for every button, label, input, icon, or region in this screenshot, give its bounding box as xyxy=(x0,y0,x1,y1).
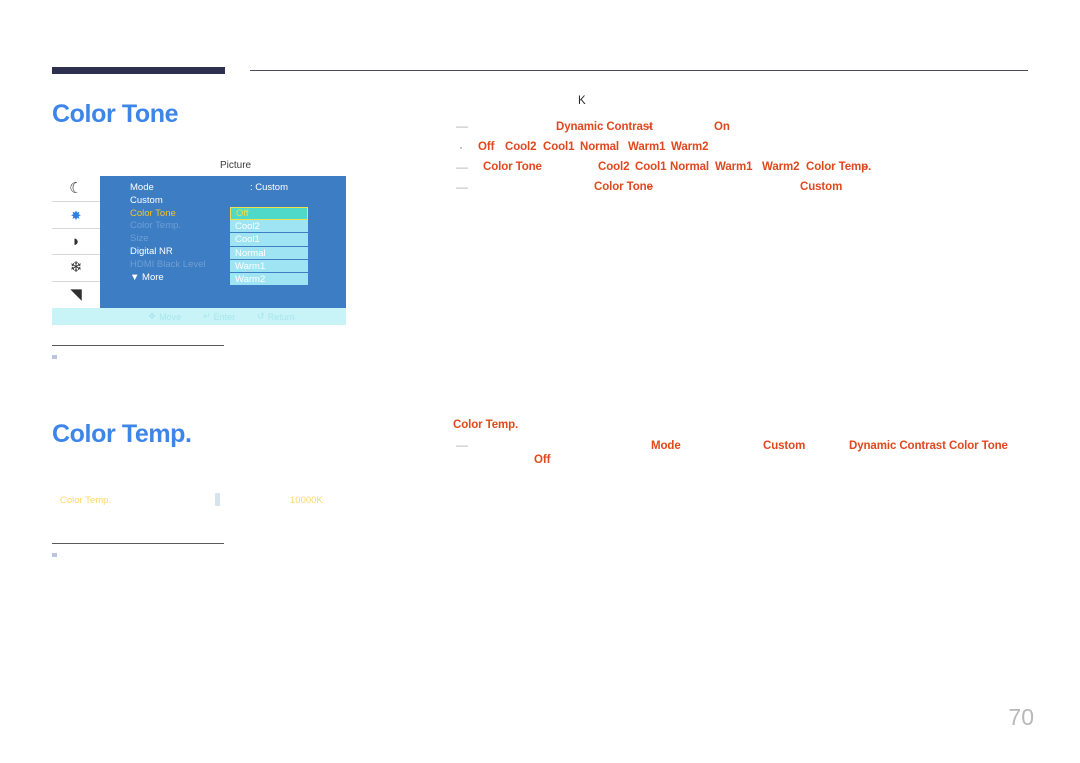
hint-return: ↺ Return xyxy=(257,311,295,322)
figure-caption-mark-top xyxy=(52,355,57,359)
dropdown-option-normal[interactable]: Normal xyxy=(230,246,308,260)
figure-caption-mark-bottom xyxy=(52,553,57,557)
term-cool1-3: Cool1 xyxy=(635,161,667,173)
term-normal-2: Normal xyxy=(580,141,620,153)
term-off-ct: Off xyxy=(534,454,551,466)
term-on-1: On xyxy=(714,121,730,133)
enter-icon: ↵ xyxy=(203,311,211,321)
osd-icon-rail: ☾ ✸ ◗ ❄ ◥ xyxy=(52,176,100,308)
term-warm2-2: Warm2 xyxy=(671,141,709,153)
rail-item-network[interactable]: ◥ xyxy=(52,282,100,308)
bullet-dot-2: · xyxy=(459,140,463,154)
menu-value-mode: : Custom xyxy=(250,182,289,193)
term-normal-3: Normal xyxy=(670,161,710,173)
dropdown-option-warm1[interactable]: Warm1 xyxy=(230,259,308,273)
term-off-2: Off xyxy=(478,141,495,153)
hint-return-label: Return xyxy=(267,311,295,322)
dropdown-option-cool1[interactable]: Cool1 xyxy=(230,233,308,247)
menu-row-custom[interactable]: Custom xyxy=(130,195,250,208)
manual-page: Color Tone Picture ☾ ✸ ◗ ❄ ◥ Mode Custom… xyxy=(0,0,1080,763)
rail-item-picture[interactable]: ✸ xyxy=(52,202,100,229)
osd-footer-hints: ❖ Move ↵ Enter ↺ Return xyxy=(52,308,346,325)
hint-enter-label: Enter xyxy=(213,311,236,322)
color-temp-slider-handle[interactable] xyxy=(215,493,220,506)
figure-divider-top xyxy=(52,345,224,346)
osd-title: Picture xyxy=(220,160,252,171)
dropdown-option-off[interactable]: Off xyxy=(230,207,308,221)
sound-icon: ◗ xyxy=(71,232,81,250)
term-warm2-3: Warm2 xyxy=(762,161,800,173)
header-rule xyxy=(250,70,1028,71)
term-warm1-2: Warm1 xyxy=(628,141,666,153)
osd-figure-picture-menu: Picture ☾ ✸ ◗ ❄ ◥ Mode Custom Color Tone xyxy=(52,160,346,325)
hint-move: ❖ Move xyxy=(148,311,181,322)
term-dash-1b: – xyxy=(646,121,653,133)
header-accent-bar xyxy=(52,67,225,74)
page-title-color-temp: Color Temp. xyxy=(52,420,192,448)
term-cool2-3: Cool2 xyxy=(598,161,630,173)
bullet-dash-1: — xyxy=(456,119,468,133)
color-temp-slider-label: Color Temp. xyxy=(60,495,112,506)
term-custom-ct: Custom xyxy=(763,440,806,452)
menu-value-custom xyxy=(250,195,296,208)
term-dash-4b: – xyxy=(647,181,654,193)
term-custom-4: Custom xyxy=(800,181,843,193)
subheading-color-temp: Color Temp. xyxy=(453,419,519,431)
bullet-dash-ct-1: — xyxy=(456,438,468,452)
hint-move-label: Move xyxy=(159,311,182,322)
term-dynamic-contrast-1: Dynamic Contrast xyxy=(556,121,653,133)
rail-item-system[interactable]: ❄ xyxy=(52,255,100,282)
menu-row-mode[interactable]: Mode xyxy=(130,182,250,195)
gear-icon: ❄ xyxy=(69,259,83,277)
rail-item-sound[interactable]: ◗ xyxy=(52,229,100,256)
term-cool1-2: Cool1 xyxy=(543,141,575,153)
color-tone-dropdown[interactable]: Off Cool2 Cool1 Normal Warm1 Warm2 xyxy=(230,207,308,287)
term-color-tone-3: Color Tone xyxy=(483,161,542,173)
term-mode-ct: Mode xyxy=(651,440,681,452)
moon-icon: ☾ xyxy=(69,180,83,198)
page-title-color-tone: Color Tone xyxy=(52,100,179,128)
page-number: 70 xyxy=(1008,704,1034,730)
dropdown-option-warm2[interactable]: Warm2 xyxy=(230,272,308,287)
term-dynamic-contrast-ct: Dynamic Contrast xyxy=(849,440,946,452)
term-cool2-2: Cool2 xyxy=(505,141,537,153)
network-icon: ◥ xyxy=(70,286,82,304)
bullet-dash-3: — xyxy=(456,160,468,174)
color-temp-slider-value: 10000K xyxy=(290,495,323,506)
bullet-dash-4: — xyxy=(456,180,468,194)
rail-item-moon[interactable]: ☾ xyxy=(52,176,100,203)
body-marker-k: K xyxy=(578,95,586,107)
brightness-icon: ✸ xyxy=(70,207,82,223)
dropdown-option-cool2[interactable]: Cool2 xyxy=(230,220,308,234)
return-icon: ↺ xyxy=(257,311,265,321)
term-color-tone-ct: Color Tone xyxy=(949,440,1008,452)
hint-enter: ↵ Enter xyxy=(203,311,235,322)
move-icon: ❖ xyxy=(148,311,157,321)
term-dash-3b: – xyxy=(862,161,869,173)
term-warm1-3: Warm1 xyxy=(715,161,753,173)
term-color-tone-4: Color Tone xyxy=(594,181,653,193)
osd-figure-color-temp-slider: Color Temp. 10000K xyxy=(52,492,342,514)
figure-divider-bottom xyxy=(52,543,224,544)
